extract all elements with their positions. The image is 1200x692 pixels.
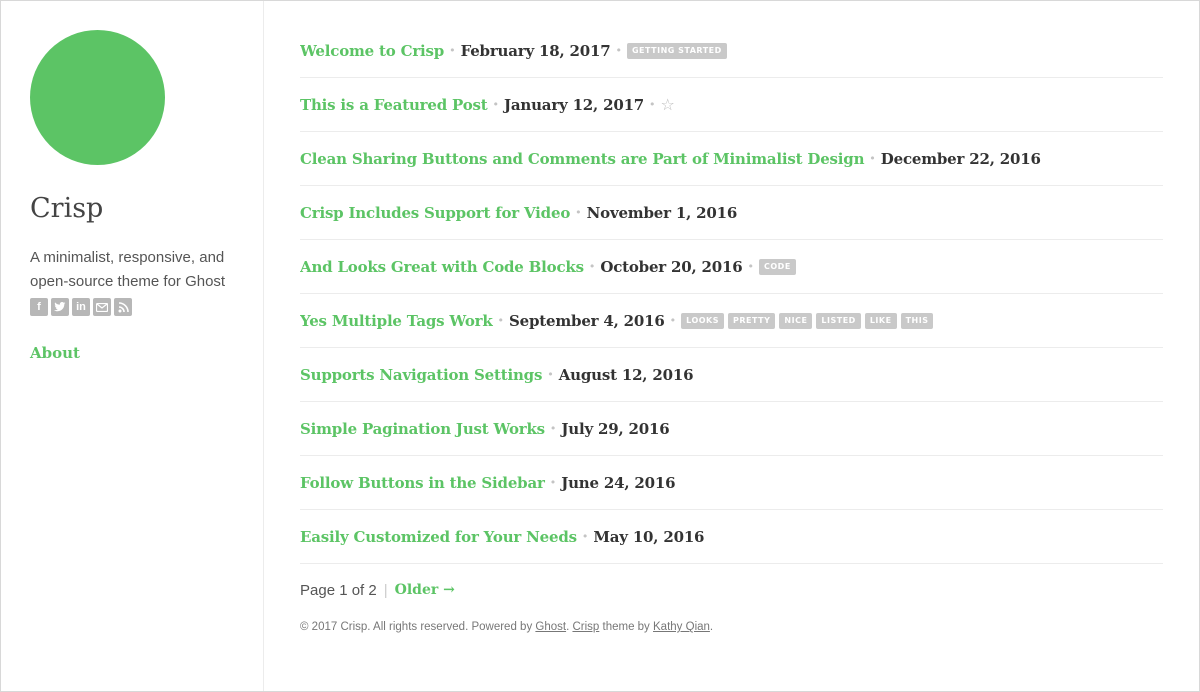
pagination: Page 1 of 2 | Older → bbox=[300, 580, 1163, 600]
footer-text-2: theme by bbox=[599, 621, 654, 633]
post-tags: GETTING STARTED bbox=[626, 42, 727, 59]
post-item: Clean Sharing Buttons and Comments are P… bbox=[300, 132, 1163, 186]
post-item: Supports Navigation Settings • August 12, … bbox=[300, 348, 1163, 402]
rss-icon[interactable] bbox=[114, 298, 132, 316]
tag-badge[interactable]: CODE bbox=[759, 258, 796, 275]
separator-dot: • bbox=[449, 44, 456, 57]
site-footer: © 2017 Crisp. All rights reserved. Power… bbox=[300, 621, 1163, 633]
blog-avatar[interactable] bbox=[30, 30, 165, 165]
separator-dot: • bbox=[869, 152, 876, 165]
sidebar: Crisp A minimalist, responsive, and open… bbox=[1, 1, 264, 691]
post-title-link[interactable]: Supports Navigation Settings bbox=[300, 366, 542, 384]
blog-title[interactable]: Crisp bbox=[30, 193, 103, 224]
tag-badge[interactable]: LISTED bbox=[816, 312, 861, 329]
posts-container: Welcome to Crisp • February 18, 2017 • GETTI… bbox=[300, 24, 1163, 564]
post-item: Follow Buttons in the Sidebar • June 24, 2… bbox=[300, 456, 1163, 510]
footer-text-3: . bbox=[709, 621, 714, 633]
tag-badge[interactable]: THIS bbox=[900, 312, 934, 329]
separator-dot: • bbox=[549, 422, 557, 435]
post-title-link[interactable]: Welcome to Crisp bbox=[300, 42, 444, 60]
email-icon[interactable] bbox=[93, 298, 111, 316]
facebook-icon[interactable]: f bbox=[30, 298, 48, 316]
social-icons: f in bbox=[30, 298, 132, 316]
separator-dot: • bbox=[549, 476, 557, 489]
nav-link-about[interactable]: About bbox=[30, 344, 80, 362]
twitter-icon[interactable] bbox=[51, 298, 69, 316]
post-date: November 1, 2016 bbox=[586, 203, 738, 222]
separator-dot: • bbox=[615, 44, 622, 57]
footer-copyright: © 2017 Crisp. All rights reserved. Power… bbox=[300, 621, 536, 633]
post-title-link[interactable]: Simple Pagination Just Works bbox=[300, 420, 545, 438]
separator-dot: • bbox=[497, 314, 505, 327]
post-item: Welcome to Crisp • February 18, 2017 • GETTI… bbox=[300, 24, 1163, 78]
post-title-link[interactable]: Crisp Includes Support for Video bbox=[300, 204, 570, 222]
post-title-link[interactable]: Easily Customized for Your Needs bbox=[300, 528, 577, 546]
separator-dot: • bbox=[669, 314, 677, 327]
footer-ghost-link[interactable]: Ghost bbox=[535, 621, 566, 633]
tag-badge[interactable]: PRETTY bbox=[728, 312, 776, 329]
linkedin-icon[interactable]: in bbox=[72, 298, 90, 316]
post-list: Welcome to Crisp • February 18, 2017 • GETTI… bbox=[300, 24, 1163, 633]
post-date: July 29, 2016 bbox=[561, 419, 670, 438]
post-date: October 20, 2016 bbox=[600, 257, 743, 276]
page-indicator: Page 1 of 2 bbox=[300, 581, 377, 599]
post-title-link[interactable]: And Looks Great with Code Blocks bbox=[300, 258, 584, 276]
separator-dot: • bbox=[575, 206, 582, 219]
pagination-divider: | bbox=[383, 581, 388, 599]
post-title-link[interactable]: Yes Multiple Tags Work bbox=[300, 312, 493, 330]
separator-dot: • bbox=[747, 260, 755, 273]
post-tags: LOOKS PRETTY NICE LISTED LIKE THIS bbox=[681, 312, 934, 329]
post-item: This is a Featured Post • January 12, 2017… bbox=[300, 78, 1163, 132]
separator-dot: • bbox=[547, 368, 554, 381]
tag-badge[interactable]: LOOKS bbox=[681, 312, 725, 329]
post-date: September 4, 2016 bbox=[509, 311, 665, 330]
tag-badge[interactable]: NICE bbox=[779, 312, 813, 329]
post-title-link[interactable]: This is a Featured Post bbox=[300, 96, 488, 114]
post-tags: CODE bbox=[759, 258, 796, 275]
page-frame: Crisp A minimalist, responsive, and open… bbox=[0, 0, 1200, 692]
tag-badge[interactable]: GETTING STARTED bbox=[626, 42, 727, 59]
separator-dot: • bbox=[581, 530, 589, 543]
post-title-link[interactable]: Follow Buttons in the Sidebar bbox=[300, 474, 545, 492]
post-item: Crisp Includes Support for Video • Novembe… bbox=[300, 186, 1163, 240]
older-posts-link[interactable]: Older → bbox=[395, 582, 455, 598]
footer-crisp-link[interactable]: Crisp bbox=[572, 621, 599, 633]
separator-dot: • bbox=[588, 260, 596, 273]
footer-author-link[interactable]: Kathy Qian bbox=[653, 621, 710, 633]
separator-dot: • bbox=[492, 98, 499, 111]
post-title-link[interactable]: Clean Sharing Buttons and Comments are P… bbox=[300, 150, 864, 168]
post-item: Easily Customized for Your Needs • May 10,… bbox=[300, 510, 1163, 564]
post-item: Yes Multiple Tags Work • September 4, 2016… bbox=[300, 294, 1163, 348]
post-date: February 18, 2017 bbox=[460, 41, 611, 60]
post-date: June 24, 2016 bbox=[561, 473, 676, 492]
post-date: May 10, 2016 bbox=[593, 527, 705, 546]
tag-badge[interactable]: LIKE bbox=[864, 312, 897, 329]
post-item: Simple Pagination Just Works • July 29, 20… bbox=[300, 402, 1163, 456]
post-date: January 12, 2017 bbox=[503, 95, 645, 114]
featured-star-icon: ☆ bbox=[660, 95, 675, 114]
post-date: August 12, 2016 bbox=[558, 365, 694, 384]
blog-description: A minimalist, responsive, and open-sourc… bbox=[30, 249, 226, 290]
post-date: December 22, 2016 bbox=[880, 149, 1041, 168]
separator-dot: • bbox=[649, 98, 656, 111]
post-item: And Looks Great with Code Blocks • October… bbox=[300, 240, 1163, 294]
